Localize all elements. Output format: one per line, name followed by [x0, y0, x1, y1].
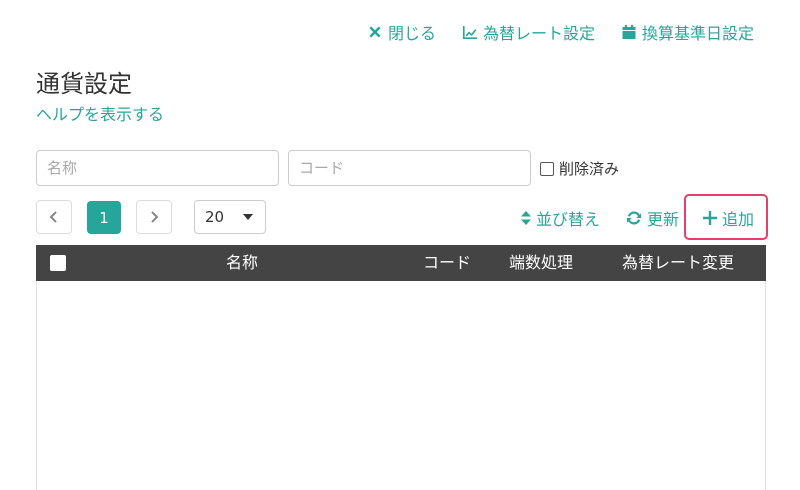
per-page-select[interactable]: 20: [194, 200, 266, 234]
base-date-settings-link[interactable]: 換算基準日設定: [621, 20, 754, 44]
deleted-filter[interactable]: 削除済み: [540, 158, 619, 179]
base-date-settings-label: 換算基準日設定: [641, 24, 754, 43]
close-icon: [369, 26, 381, 38]
deleted-checkbox[interactable]: [540, 161, 554, 176]
column-header-name[interactable]: 名称: [226, 245, 258, 281]
caret-down-icon: [243, 214, 253, 220]
sort-label: 並び替え: [535, 210, 600, 229]
column-header-code[interactable]: コード: [423, 245, 471, 281]
line-chart-icon: [462, 26, 477, 39]
close-link[interactable]: 閉じる: [367, 20, 436, 44]
add-button-highlight: [684, 194, 768, 240]
name-filter-input[interactable]: [36, 150, 279, 186]
page-number-current[interactable]: 1: [87, 201, 121, 234]
top-actions: 閉じる 為替レート設定 換算基準日設定: [367, 20, 754, 44]
exchange-rate-settings-link[interactable]: 為替レート設定: [462, 20, 595, 44]
refresh-label: 更新: [646, 210, 679, 229]
exchange-rate-settings-label: 為替レート設定: [482, 24, 595, 43]
refresh-button[interactable]: 更新: [626, 206, 679, 230]
refresh-icon: [626, 211, 641, 225]
page-title: 通貨設定: [36, 70, 132, 98]
next-page-button[interactable]: [136, 200, 172, 234]
code-filter-input[interactable]: [288, 150, 531, 186]
table-body: [36, 281, 766, 490]
chevron-left-icon: [49, 211, 57, 223]
per-page-value: 20: [205, 208, 225, 226]
table-header: 名称 コード 端数処理 為替レート変更: [36, 245, 766, 281]
help-link[interactable]: ヘルプを表示する: [36, 101, 164, 125]
sort-icon: [520, 211, 531, 225]
column-header-exchange-rate-change[interactable]: 為替レート変更: [622, 245, 734, 281]
column-header-rounding[interactable]: 端数処理: [509, 245, 573, 281]
chevron-right-icon: [151, 211, 159, 223]
sort-button[interactable]: 並び替え: [520, 206, 600, 230]
calendar-icon: [622, 25, 636, 39]
prev-page-button[interactable]: [36, 200, 72, 234]
deleted-label: 削除済み: [559, 160, 620, 178]
close-label: 閉じる: [387, 24, 436, 43]
select-all-checkbox[interactable]: [50, 255, 66, 271]
